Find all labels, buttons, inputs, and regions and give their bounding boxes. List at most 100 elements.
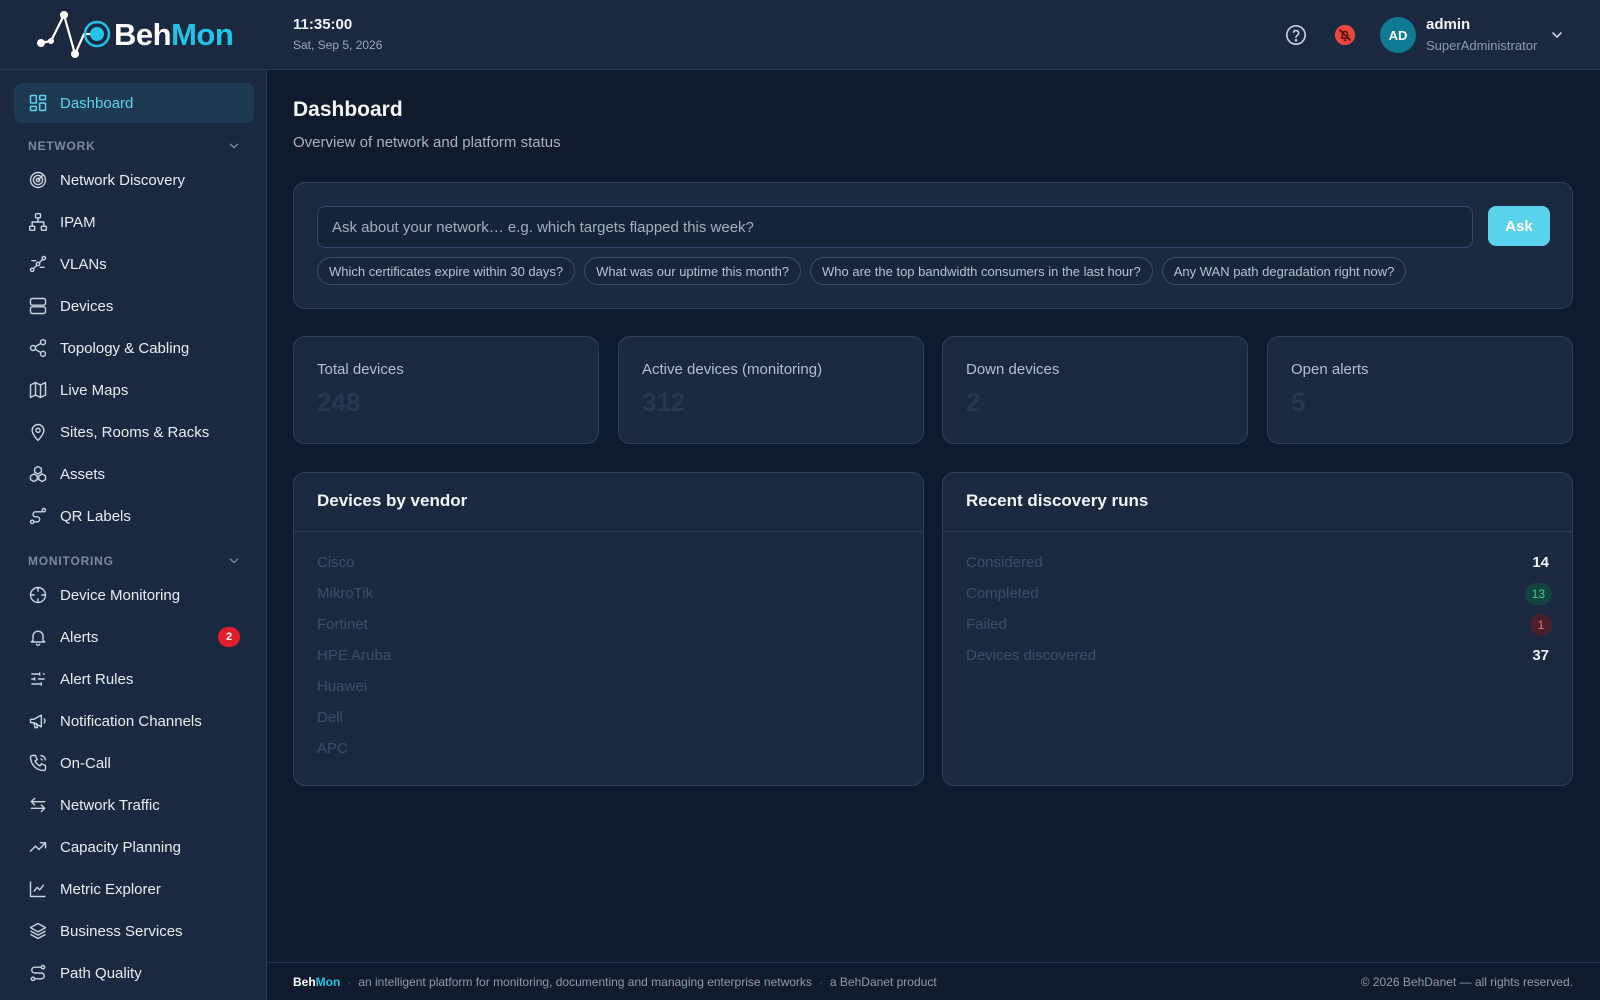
- sidebar-item-ipam[interactable]: IPAM: [14, 202, 254, 242]
- sidebar-item-label: Capacity Planning: [60, 838, 181, 856]
- footer-brand-beh: Beh: [293, 974, 316, 989]
- vendor-row: Fortinet: [317, 616, 368, 633]
- vendor-row: Huawei: [317, 678, 368, 695]
- sidebar-item-label: Path Quality: [60, 964, 142, 982]
- server-icon: [28, 296, 48, 316]
- avatar[interactable]: AD: [1380, 17, 1416, 53]
- sidebar-item-dashboard[interactable]: Dashboard: [14, 83, 254, 123]
- route-icon: [28, 506, 48, 526]
- sidebar-item-metric-explorer[interactable]: Metric Explorer: [14, 869, 254, 909]
- page-title: Dashboard: [293, 98, 403, 121]
- sidebar-item-live-maps[interactable]: Live Maps: [14, 370, 254, 410]
- user-role: SuperAdministrator: [1426, 38, 1538, 53]
- sidebar-item-on-call[interactable]: On-Call: [14, 743, 254, 783]
- divider: [294, 531, 923, 532]
- footer-brand: BehMon: [293, 975, 340, 989]
- app-logo[interactable]: BehMon: [34, 10, 234, 60]
- sidebar-item-label: Alerts: [60, 628, 99, 646]
- recent-discovery-runs-panel: Recent discovery runs Considered 14 Comp…: [942, 472, 1573, 786]
- sidebar-item-assets[interactable]: Assets: [14, 454, 254, 494]
- sidebar-item-label: Live Maps: [60, 381, 129, 399]
- sidebar-item-topology-cabling[interactable]: Topology & Cabling: [14, 328, 254, 368]
- share-icon: [28, 338, 48, 358]
- suggestion-chip[interactable]: Which certificates expire within 30 days…: [317, 257, 576, 285]
- suggestion-chip[interactable]: Who are the top bandwidth consumers in t…: [810, 257, 1153, 285]
- panel-title: Devices by vendor: [317, 491, 468, 510]
- stat-value: 312: [642, 387, 686, 417]
- sidebar-item-alert-rules[interactable]: Alert Rules: [14, 659, 254, 699]
- sidebar-item-alerts[interactable]: Alerts 2: [14, 617, 254, 657]
- section-header-monitoring[interactable]: MONITORING: [28, 551, 240, 571]
- clock-date: Sat, Sep 5, 2026: [293, 38, 383, 52]
- stat-label: Total devices: [317, 361, 404, 378]
- sidebar-item-qr-labels[interactable]: QR Labels: [14, 496, 254, 536]
- chevron-down-icon: [229, 143, 239, 149]
- section-title: MONITORING: [28, 554, 114, 568]
- logo-text-beh: Beh: [114, 17, 172, 52]
- run-value-failed-badge: 1: [1530, 614, 1552, 636]
- arrows-left-right-icon: [28, 795, 48, 815]
- megaphone-icon: [28, 711, 48, 731]
- sidebar-item-devices[interactable]: Devices: [14, 286, 254, 326]
- suggestion-chip[interactable]: What was our uptime this month?: [584, 257, 802, 285]
- section-title: NETWORK: [28, 139, 96, 153]
- sidebar-item-label: Network Traffic: [60, 796, 160, 814]
- sidebar-item-network-discovery[interactable]: Network Discovery: [14, 160, 254, 200]
- sidebar-item-notification-channels[interactable]: Notification Channels: [14, 701, 254, 741]
- sidebar-item-label: Assets: [60, 465, 106, 483]
- sidebar-item-device-monitoring[interactable]: Device Monitoring: [14, 575, 254, 615]
- run-label-devices-discovered: Devices discovered: [966, 647, 1097, 664]
- sidebar-item-path-quality[interactable]: Path Quality: [14, 953, 254, 993]
- line-chart-icon: [28, 879, 48, 899]
- sidebar: Dashboard NETWORK Network Discovery IPAM…: [0, 70, 267, 1000]
- vendor-row: HPE Aruba: [317, 647, 392, 664]
- sidebar-item-label: Topology & Cabling: [60, 339, 190, 357]
- sidebar-item-label: Dashboard: [60, 94, 134, 112]
- stat-label: Open alerts: [1291, 361, 1369, 378]
- phone-icon: [28, 753, 48, 773]
- ask-assistant-card: Ask Which certificates expire within 30 …: [293, 182, 1573, 309]
- sidebar-item-label: On-Call: [60, 754, 111, 772]
- ask-input[interactable]: [317, 206, 1473, 248]
- chevron-down-icon[interactable]: [1550, 28, 1564, 42]
- sidebar-item-vlans[interactable]: VLANs: [14, 244, 254, 284]
- stat-card-total-devices[interactable]: Total devices 248: [293, 336, 599, 444]
- ask-button[interactable]: Ask: [1488, 206, 1550, 246]
- sidebar-item-label: QR Labels: [60, 507, 131, 525]
- sidebar-item-label: Metric Explorer: [60, 880, 161, 898]
- bell-off-icon[interactable]: [1333, 23, 1357, 47]
- stat-value: 2: [966, 387, 981, 417]
- suggestion-chip[interactable]: Any WAN path degradation right now?: [1161, 257, 1407, 285]
- footer-tagline: an intelligent platform for monitoring, …: [358, 974, 812, 989]
- footer-separator: ·: [347, 974, 352, 989]
- sidebar-item-capacity-planning[interactable]: Capacity Planning: [14, 827, 254, 867]
- path-icon: [28, 963, 48, 983]
- help-icon[interactable]: [1284, 23, 1308, 47]
- radar-icon: [28, 170, 48, 190]
- user-name[interactable]: admin: [1426, 16, 1470, 33]
- footer-product: a BehDanet product: [829, 974, 937, 989]
- section-header-network[interactable]: NETWORK: [28, 136, 240, 156]
- footer: BehMon · an intelligent platform for mon…: [267, 962, 1600, 1000]
- stat-card-open-alerts[interactable]: Open alerts 5: [1267, 336, 1573, 444]
- sliders-icon: [28, 669, 48, 689]
- run-value-devices-discovered: 37: [1532, 647, 1549, 664]
- divider: [943, 531, 1572, 532]
- sidebar-item-sites-rooms-racks[interactable]: Sites, Rooms & Racks: [14, 412, 254, 452]
- hierarchy-icon: [28, 212, 48, 232]
- stat-value: 5: [1291, 387, 1306, 417]
- boxes-icon: [28, 464, 48, 484]
- stat-card-active-devices[interactable]: Active devices (monitoring) 312: [618, 336, 924, 444]
- chevron-down-icon: [229, 558, 239, 564]
- bell-icon: [28, 627, 48, 647]
- sidebar-item-label: Business Services: [60, 922, 183, 940]
- sidebar-item-label: IPAM: [60, 213, 96, 231]
- logo-text: BehMon: [114, 17, 234, 53]
- sidebar-item-network-traffic[interactable]: Network Traffic: [14, 785, 254, 825]
- sidebar-item-business-services[interactable]: Business Services: [14, 911, 254, 951]
- vendor-row: MikroTik: [317, 585, 374, 602]
- map-icon: [28, 380, 48, 400]
- logo-mark-icon: [37, 11, 111, 58]
- stat-card-down-devices[interactable]: Down devices 2: [942, 336, 1248, 444]
- run-label-failed: Failed: [966, 616, 1007, 633]
